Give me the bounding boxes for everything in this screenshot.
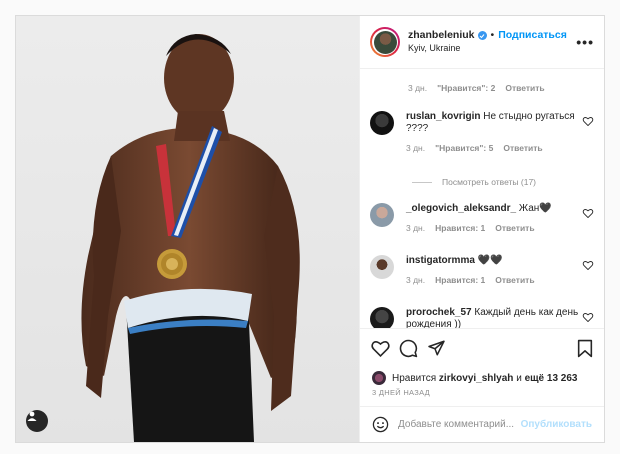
like-heart-icon[interactable] [371, 339, 390, 357]
comments-list[interactable]: 3 дн. "Нравится": 2 Ответить ruslan_kovr… [360, 69, 604, 328]
view-replies-label[interactable]: Посмотреть ответы (17) [442, 177, 536, 187]
comment-likes[interactable]: Нравится: 1 [435, 274, 485, 286]
reply-button[interactable]: Ответить [505, 82, 544, 94]
comment-item: prorochek_57 Каждый день как день рожден… [370, 307, 594, 328]
add-comment-bar: Добавьте комментарий... Опубликовать [360, 406, 604, 442]
liker-avatar[interactable] [372, 371, 386, 385]
post-date[interactable]: 3 ДНЕЙ НАЗАД [360, 388, 604, 406]
comment-item: 3 дн. "Нравится": 2 Ответить [370, 82, 594, 94]
publish-comment-button[interactable]: Опубликовать [521, 419, 592, 430]
commenter-avatar[interactable] [370, 203, 394, 227]
likes-conjunction: и [516, 372, 522, 384]
emoji-icon[interactable] [372, 416, 389, 433]
view-replies-button[interactable]: Посмотреть ответы (17) [412, 177, 536, 187]
separator-dot: • [490, 29, 495, 41]
commenter-username[interactable]: ruslan_kovrigin [406, 111, 480, 122]
wrestler-photo-illustration [81, 34, 300, 442]
reply-button[interactable]: Ответить [495, 274, 534, 286]
person-icon [27, 411, 37, 421]
comment-item: ruslan_kovrigin Не стыдно ругаться ???? … [370, 111, 594, 154]
commenter-username[interactable]: prorochek_57 [406, 307, 472, 318]
comment-likes[interactable]: "Нравится": 2 [437, 82, 495, 94]
instagram-post: zhanbeleniuk • Подписаться Kyiv, Ukraine… [15, 15, 605, 443]
like-comment-heart-icon[interactable] [582, 260, 594, 270]
comment-bubble-icon[interactable] [399, 339, 418, 358]
comment-likes[interactable]: "Нравится": 5 [435, 142, 493, 154]
comment-input[interactable]: Добавьте комментарий... [398, 419, 521, 430]
commenter-avatar[interactable] [370, 111, 394, 135]
bookmark-icon[interactable] [577, 339, 593, 358]
verified-badge-icon [477, 31, 487, 40]
comment-meta: 3 дн. "Нравится": 2 Ответить [408, 82, 594, 94]
post-location[interactable]: Kyiv, Ukraine [408, 42, 576, 55]
share-paper-plane-icon[interactable] [427, 339, 446, 357]
author-username[interactable]: zhanbeleniuk [408, 29, 475, 42]
comment-time: 3 дн. [406, 223, 426, 233]
more-options-button[interactable]: ••• [576, 34, 594, 50]
comment-meta: 3 дн. Нравится: 1 Ответить [406, 274, 582, 286]
commenter-avatar[interactable] [370, 255, 394, 279]
likes-summary: Нравится zirkovyi_shlyah и ещё 13 263 [360, 368, 604, 388]
comment-item: _olegovich_aleksandr_ Жан🖤 3 дн. Нравитс… [370, 203, 594, 234]
comment-time: 3 дн. [406, 275, 426, 285]
comment-meta: 3 дн. "Нравится": 5 Ответить [406, 142, 582, 154]
tagged-users-button[interactable] [26, 410, 48, 432]
commenter-username[interactable]: _olegovich_aleksandr_ [406, 203, 516, 214]
likes-prefix: Нравится [392, 372, 437, 384]
like-comment-heart-icon[interactable] [582, 312, 594, 322]
post-photo[interactable] [16, 16, 359, 442]
post-header: zhanbeleniuk • Подписаться Kyiv, Ukraine… [360, 16, 604, 69]
liker-username[interactable]: zirkovyi_shlyah [439, 373, 513, 384]
post-sidebar: zhanbeleniuk • Подписаться Kyiv, Ukraine… [359, 16, 604, 442]
post-actions [360, 328, 604, 368]
reply-button[interactable]: Ответить [503, 142, 542, 154]
author-avatar[interactable] [370, 27, 400, 57]
follow-button[interactable]: Подписаться [498, 29, 567, 42]
reply-button[interactable]: Ответить [495, 222, 534, 234]
comment-text: Жан🖤 [518, 203, 552, 214]
replies-line [412, 181, 432, 183]
commenter-username[interactable]: instigatormma [406, 255, 475, 266]
likes-count[interactable]: ещё 13 263 [525, 373, 578, 384]
commenter-avatar[interactable] [370, 307, 394, 328]
comment-time: 3 дн. [406, 143, 426, 153]
comment-item: instigatormma 🖤🖤 3 дн. Нравится: 1 Ответ… [370, 255, 594, 286]
comment-likes[interactable]: Нравится: 1 [435, 222, 485, 234]
like-comment-heart-icon[interactable] [582, 208, 594, 218]
comment-text: 🖤🖤 [477, 255, 503, 266]
comment-time: 3 дн. [408, 83, 428, 93]
comment-meta: 3 дн. Нравится: 1 Ответить [406, 222, 582, 234]
like-comment-heart-icon[interactable] [582, 116, 594, 126]
